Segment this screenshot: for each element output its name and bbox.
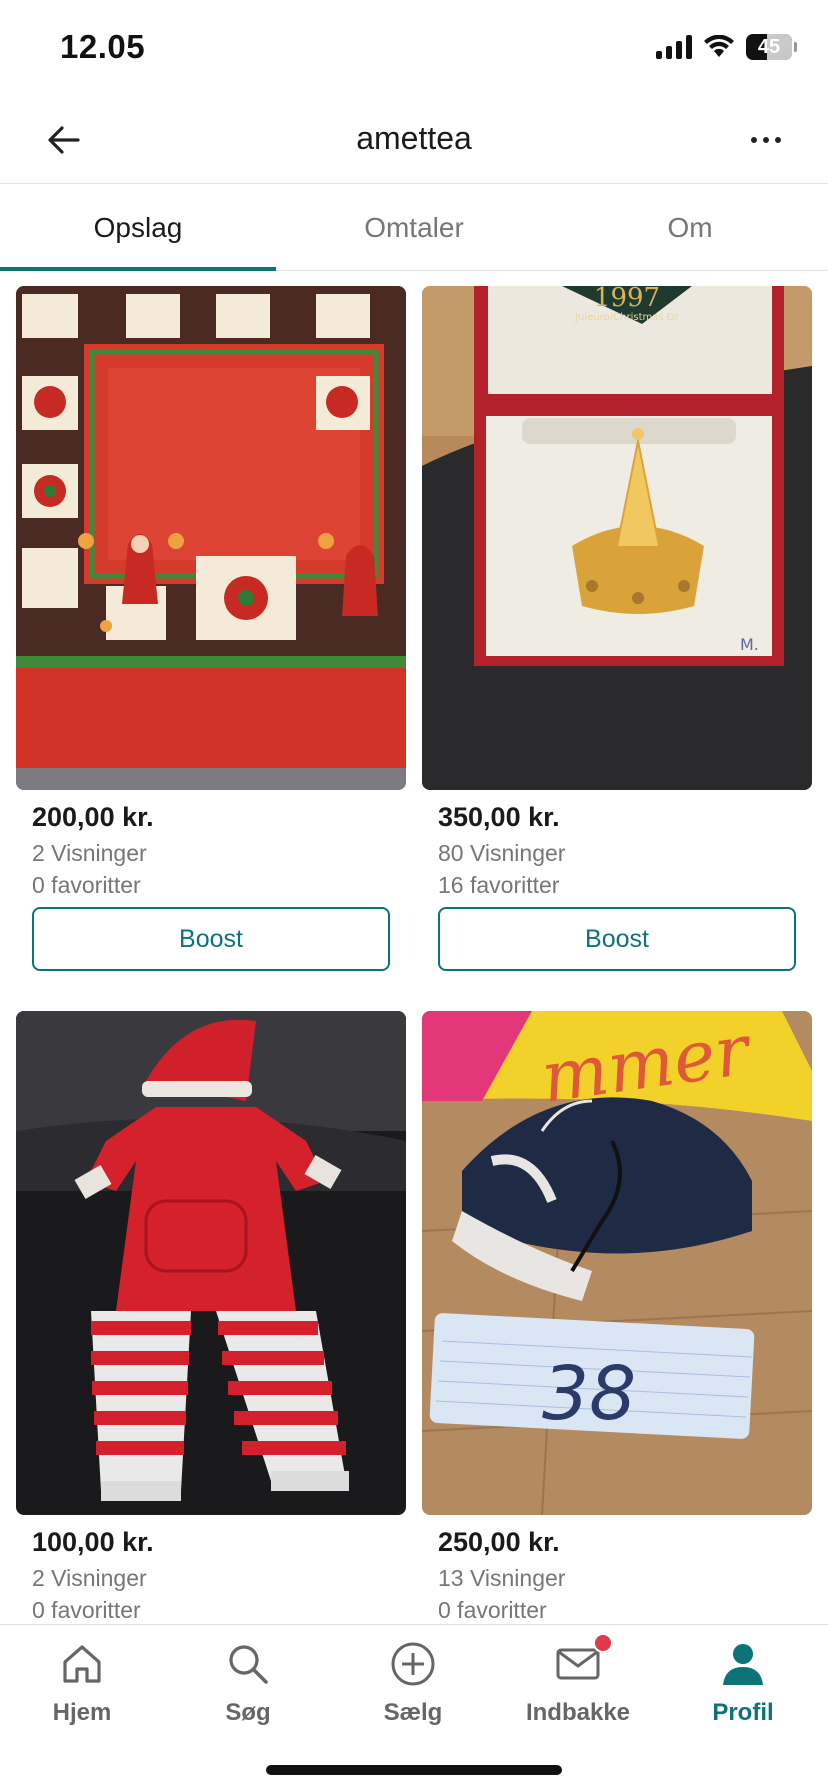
listing-views: 80 Visninger: [438, 840, 566, 866]
listing-views: 2 Visninger: [32, 1565, 147, 1591]
nav-label: Søg: [225, 1699, 271, 1726]
listing-card[interactable]: 100,00 kr. 2 Visninger 0 favoritter: [16, 1011, 406, 1623]
nav-label: Indbakke: [525, 1699, 631, 1726]
listing-photo-shoes[interactable]: mmer 38: [422, 1011, 812, 1515]
mail-icon: [553, 1633, 613, 1689]
plus-circle-icon: [388, 1639, 438, 1689]
more-options-button[interactable]: [740, 116, 792, 164]
boost-button[interactable]: Boost: [438, 907, 796, 971]
home-icon: [57, 1639, 107, 1689]
note-size-text: 38: [542, 1351, 636, 1437]
listing-price: 200,00 kr.: [32, 802, 154, 832]
tab-omtaler[interactable]: Omtaler: [276, 185, 552, 270]
notification-badge: [593, 1633, 613, 1653]
status-bar: 12.05 45: [0, 0, 828, 96]
listing-favorites: 0 favoritter: [32, 872, 141, 898]
listing-price: 250,00 kr.: [438, 1527, 560, 1557]
page-title: amettea: [356, 120, 472, 156]
battery-level: 45: [757, 35, 781, 58]
nav-item-indbakke[interactable]: Indbakke: [513, 1633, 643, 1727]
listing-price: 350,00 kr.: [438, 802, 560, 832]
nav-label: Hjem: [52, 1699, 112, 1726]
tab-opslag[interactable]: Opslag: [0, 185, 276, 271]
nav-item-sog[interactable]: Søg: [183, 1639, 313, 1727]
cellular-signal-icon: [656, 35, 692, 59]
listing-favorites: 0 favoritter: [32, 1597, 141, 1623]
status-icons: 45: [656, 34, 797, 60]
ornament-box-year: 1997: [594, 286, 660, 313]
profile-icon: [718, 1639, 768, 1689]
status-time: 12.05: [60, 28, 146, 65]
home-indicator: [266, 1765, 562, 1775]
listing-favorites: 16 favoritter: [438, 872, 560, 898]
nav-item-profil[interactable]: Profil: [678, 1639, 808, 1727]
tab-om[interactable]: Om: [552, 185, 828, 270]
more-horizontal-icon: [751, 137, 757, 143]
boost-button[interactable]: Boost: [32, 907, 390, 971]
listing-views: 13 Visninger: [438, 1565, 566, 1591]
wifi-icon: [704, 35, 734, 57]
svg-text:M.: M.: [740, 635, 759, 654]
nav-label: Sælg: [383, 1699, 443, 1726]
listing-photo-ornament[interactable]: 1997 Juleuro/Christmas Or M.: [422, 286, 812, 790]
nav-item-hjem[interactable]: Hjem: [17, 1639, 147, 1727]
search-icon: [223, 1639, 273, 1689]
profile-header: amettea: [0, 96, 828, 184]
ornament-box-caption: Juleuro/Christmas Or: [574, 312, 679, 323]
nav-item-saelg[interactable]: Sælg: [348, 1639, 478, 1727]
battery-icon: 45: [746, 34, 797, 60]
listing-photo-santa-outfit[interactable]: [16, 1011, 406, 1515]
listing-views: 2 Visninger: [32, 840, 147, 866]
listing-favorites: 0 favoritter: [438, 1597, 547, 1623]
bottom-nav: Hjem Søg Sælg Indbakke Profil: [0, 1624, 828, 1792]
listing-card[interactable]: 1997 Juleuro/Christmas Or M. 350,00 kr. …: [422, 286, 812, 971]
listing-price: 100,00 kr.: [32, 1527, 154, 1557]
listing-card[interactable]: mmer 38 250,00 kr. 13 Visninger 0 favori…: [422, 1011, 812, 1623]
profile-tabs: Opslag Omtaler Om: [0, 185, 828, 271]
nav-label: Profil: [712, 1699, 774, 1726]
listing-card[interactable]: 200,00 kr. 2 Visninger 0 favoritter Boos…: [16, 286, 406, 971]
listing-photo-tablecloth[interactable]: [16, 286, 406, 790]
